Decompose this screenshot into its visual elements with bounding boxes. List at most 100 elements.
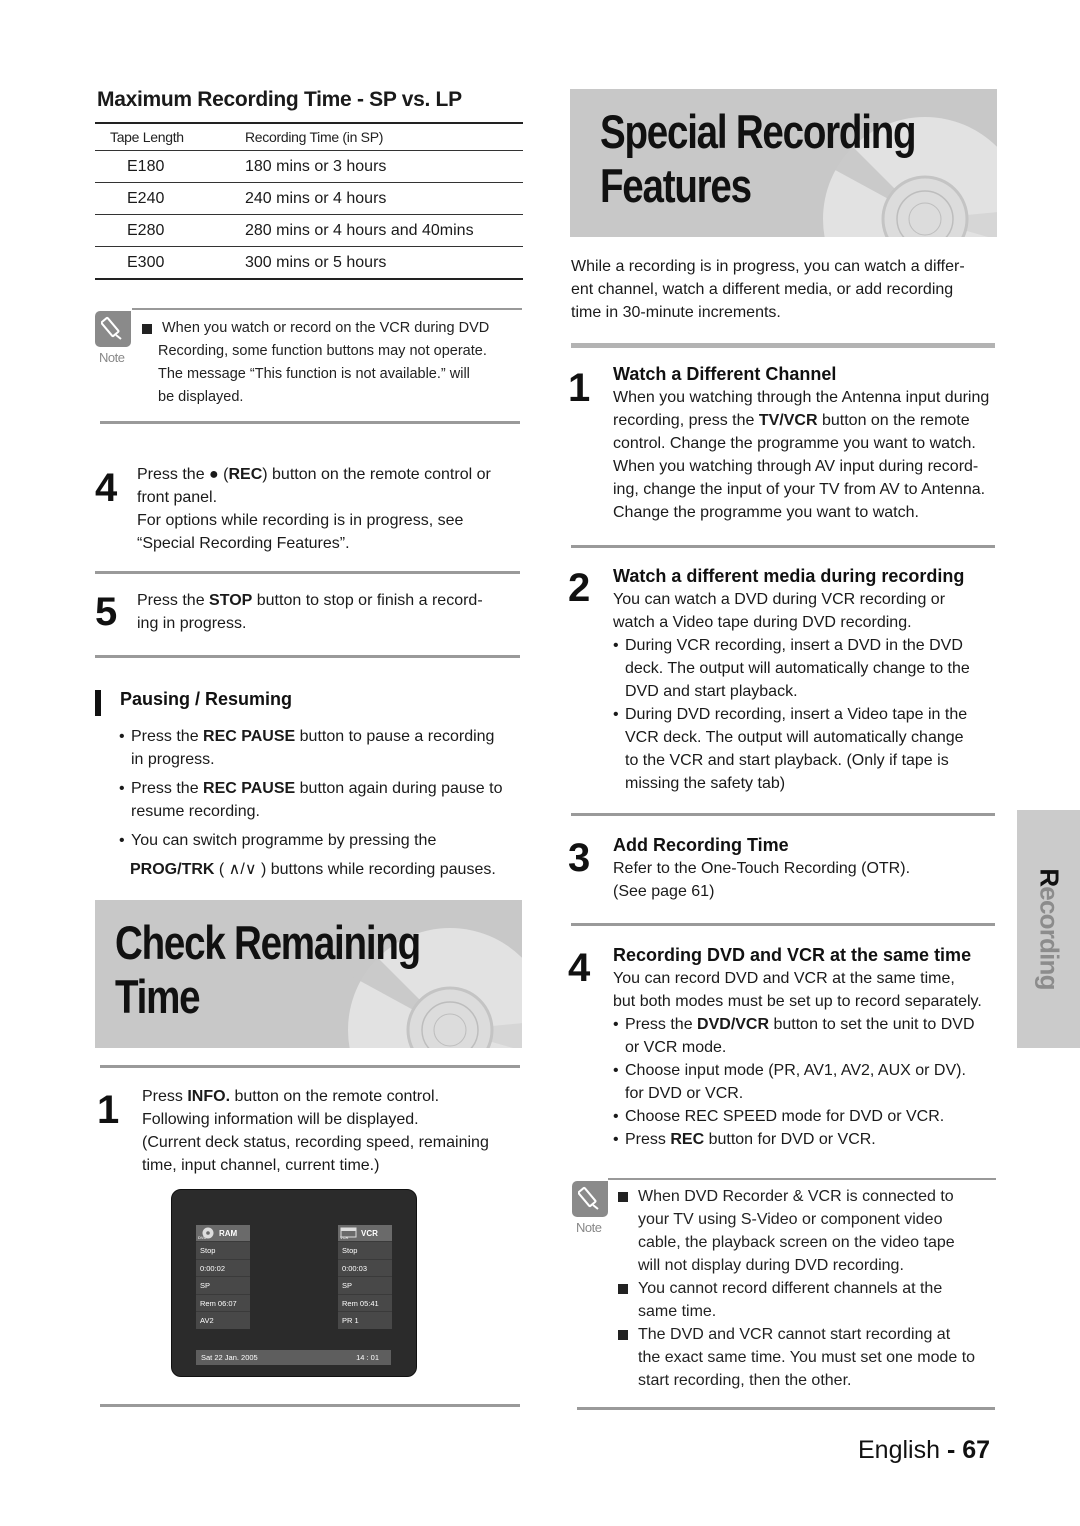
panel-header: VCR VCR <box>338 1225 392 1241</box>
section-tab-recording[interactable]: Recording <box>1017 810 1080 1048</box>
max-recording-heading: Maximum Recording Time - SP vs. LP <box>97 88 462 111</box>
cell-time: 240 mins or 4 hours <box>245 189 387 207</box>
status-cell: SP <box>338 1276 392 1294</box>
divider <box>571 923 995 926</box>
note-line: When you watch or record on the VCR duri… <box>162 320 490 336</box>
info-osd-screen: DVD RAM Stop 0:00:02 SP Rem 06:07 AV2 VC… <box>171 1189 417 1377</box>
note-pencil-icon <box>572 1181 608 1217</box>
panel-title: VCR <box>361 1228 378 1238</box>
table-header: Tape Length Recording Time (in SP) <box>95 122 523 151</box>
bullet-item: Press the REC PAUSE button to pause a re… <box>119 725 529 771</box>
pausing-heading: Pausing / Resuming <box>120 689 293 709</box>
svg-text:DVD: DVD <box>198 1235 207 1239</box>
status-cell: Rem 05:41 <box>338 1293 392 1312</box>
step5-text: Press the STOP button to stop or finish … <box>137 592 483 632</box>
bullet-item: You can switch programme by pressing the… <box>119 829 529 881</box>
intro-text: While a recording is in progress, you ca… <box>571 258 965 321</box>
status-cell: 0:00:02 <box>196 1258 250 1277</box>
status-cell: SP <box>196 1276 250 1294</box>
banner-title-line2: Features <box>600 159 752 212</box>
cell-tape: E300 <box>127 253 165 271</box>
bullet-item: Choose REC SPEED mode for DVD or VCR. <box>613 1105 1008 1128</box>
cell-time: 180 mins or 3 hours <box>245 157 387 175</box>
col-tape-length: Tape Length <box>110 129 184 145</box>
check-remaining-time-banner: Check Remaining Time <box>95 900 522 1048</box>
section-heading: Add Recording Time <box>613 835 789 855</box>
step-number: 5 <box>95 590 117 634</box>
status-cell: PR 1 <box>338 1311 392 1329</box>
divider <box>100 421 520 424</box>
col-recording-time: Recording Time (in SP) <box>245 129 384 145</box>
divider <box>577 1407 995 1410</box>
bullet-item: During VCR recording, insert a DVD in th… <box>613 634 1005 703</box>
svg-text:VCR: VCR <box>340 1235 349 1239</box>
note-line: The message “This function is not availa… <box>158 366 470 382</box>
status-cell: 0:00:03 <box>338 1258 392 1277</box>
bullet-item: Press the REC PAUSE button again during … <box>119 777 529 823</box>
note-label: Note <box>99 350 125 365</box>
note-text: When you watch or record on the VCR duri… <box>142 317 532 409</box>
note-line: Recording, some function buttons may not… <box>158 343 487 359</box>
step-number: 2 <box>568 566 590 610</box>
status-cell: Stop <box>196 1241 250 1259</box>
bullet-item: Choose input mode (PR, AV1, AV2, AUX or … <box>613 1059 1008 1105</box>
panel-title: RAM <box>219 1228 238 1238</box>
status-cell: Stop <box>338 1241 392 1259</box>
square-bullet-icon <box>618 1330 628 1340</box>
panel-header: DVD RAM <box>196 1225 250 1241</box>
section-heading: Watch a different media during recording <box>613 566 965 586</box>
status-cell: AV2 <box>196 1311 250 1329</box>
bullet-item: Press the DVD/VCR button to set the unit… <box>613 1013 1008 1059</box>
section-heading: Recording DVD and VCR at the same time <box>613 945 972 965</box>
vcr-tape-icon: VCR <box>340 1227 358 1240</box>
dvd-disc-icon: DVD <box>198 1227 216 1240</box>
subhead-marker <box>95 690 101 716</box>
cell-time: 300 mins or 5 hours <box>245 253 387 271</box>
note-label: Note <box>576 1220 602 1235</box>
status-cell: Rem 06:07 <box>196 1293 250 1312</box>
osd-datetime-bar: Sat 22 Jan. 2005 14 : 01 <box>196 1350 391 1365</box>
page-footer: English - 67 <box>858 1436 991 1464</box>
divider <box>100 1065 520 1068</box>
square-bullet-icon <box>142 324 152 334</box>
check-step1-text: Press INFO. button on the remote control… <box>142 1088 489 1174</box>
step-number: 4 <box>568 946 590 990</box>
divider <box>100 1404 520 1407</box>
step4-text: Press the ● (REC) button on the remote c… <box>137 466 491 552</box>
osd-time: 14 : 01 <box>356 1353 379 1362</box>
step-number: 3 <box>568 836 590 880</box>
step-number: 1 <box>97 1088 119 1132</box>
note-line: be displayed. <box>158 389 244 405</box>
step-number: 4 <box>95 466 117 510</box>
table-row: E300 300 mins or 5 hours <box>95 247 523 280</box>
square-bullet-icon <box>618 1192 628 1202</box>
bullet-item: During DVD recording, insert a Video tap… <box>613 703 1005 795</box>
vcr-status-panel: VCR VCR Stop 0:00:03 SP Rem 05:41 PR 1 <box>338 1225 392 1329</box>
cell-time: 280 mins or 4 hours and 40mins <box>245 221 474 239</box>
cell-tape: E240 <box>127 189 165 207</box>
note-item: When you watch or record on the VCR duri… <box>142 317 532 409</box>
banner-title-line1: Special Recording <box>600 105 917 158</box>
dual-recording-section: Recording DVD and VCR at the same time Y… <box>613 944 1008 1151</box>
dvd-status-panel: DVD RAM Stop 0:00:02 SP Rem 06:07 AV2 <box>196 1225 250 1329</box>
note-item: The DVD and VCR cannot start recording a… <box>618 1323 1008 1392</box>
cell-tape: E280 <box>127 221 165 239</box>
cell-tape: E180 <box>127 157 165 175</box>
table-row: E180 180 mins or 3 hours <box>95 151 523 183</box>
divider <box>95 655 520 658</box>
footer-language: English <box>858 1436 940 1464</box>
special-recording-banner: Special Recording Features <box>570 89 997 237</box>
recording-time-table: Tape Length Recording Time (in SP) E180 … <box>95 122 523 280</box>
note-text: When DVD Recorder & VCR is connected to y… <box>618 1185 1008 1392</box>
section-heading: Watch a Different Channel <box>613 364 837 384</box>
divider <box>608 1178 996 1180</box>
divider <box>132 308 522 310</box>
divider <box>571 545 995 548</box>
note-pencil-icon <box>95 311 131 347</box>
divider <box>571 343 995 348</box>
page-number: 67 <box>962 1436 991 1464</box>
osd-date: Sat 22 Jan. 2005 <box>201 1353 258 1362</box>
add-time-section: Add Recording Time Refer to the One-Touc… <box>613 834 1003 903</box>
table-row: E280 280 mins or 4 hours and 40mins <box>95 215 523 247</box>
bullet-item: Press REC button for DVD or VCR. <box>613 1128 1008 1151</box>
